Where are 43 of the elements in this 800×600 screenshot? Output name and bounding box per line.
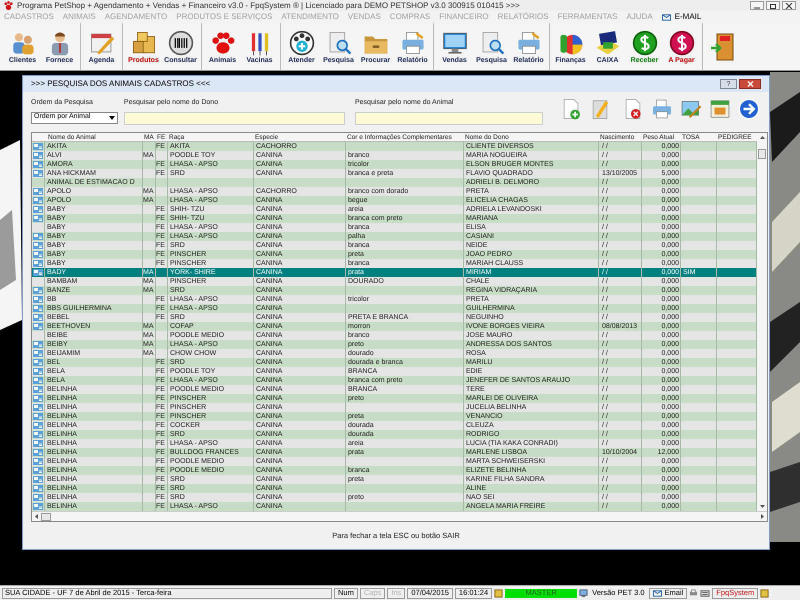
boxes-icon	[130, 30, 156, 56]
exit-door-icon	[709, 32, 735, 62]
close-icon	[746, 81, 754, 87]
key-icon	[494, 588, 504, 598]
keyboard-icon	[700, 588, 710, 598]
dollar-icon	[632, 30, 658, 56]
dropdown-arrow-icon	[108, 116, 115, 120]
vertical-scrollbar[interactable]	[757, 133, 767, 511]
menu-item[interactable]: E-MAIL	[662, 12, 702, 22]
printer-icon	[516, 30, 542, 56]
barcode-icon	[168, 30, 194, 56]
picture-icon	[680, 98, 702, 120]
animal-search-field[interactable]	[355, 112, 543, 124]
printer-icon	[651, 98, 673, 120]
close-button[interactable]	[782, 1, 796, 10]
scroll-thumb[interactable]	[758, 149, 766, 159]
scroll-right-icon	[761, 514, 764, 519]
horizontal-scrollbar[interactable]	[32, 511, 767, 521]
close-button[interactable]	[739, 79, 761, 89]
printer-icon	[689, 588, 698, 598]
scroll-down-icon	[760, 505, 764, 508]
owner-search-field[interactable]	[124, 112, 345, 124]
dialog-title: >>> PESQUISA DOS ANIMAIS CADASTROS <<<	[31, 78, 210, 90]
scroll-left-icon	[35, 514, 38, 519]
key-icon	[760, 588, 770, 598]
scroll-thumb[interactable]	[41, 512, 51, 520]
paw-plus-icon	[288, 30, 314, 56]
window-title: Programa PetShop + Agendamento + Vendas + Financeiro v3.0 - FpqSystem ® | Licenciado para DEMO PETSHOP v3.0 300915 010415 >>>	[17, 2, 520, 10]
dollar-icon	[668, 30, 694, 56]
envelope-icon	[652, 588, 662, 598]
printer-icon	[400, 30, 426, 56]
computer-icon	[579, 588, 588, 598]
arrow-right-icon	[738, 98, 760, 120]
minimize-button[interactable]	[750, 1, 764, 10]
calendar-icon	[709, 98, 731, 120]
next-button[interactable]	[737, 97, 761, 121]
scroll-up-icon	[760, 136, 764, 139]
restore-button[interactable]	[766, 1, 780, 10]
paw-icon	[210, 30, 236, 56]
paw-icon	[4, 1, 13, 10]
restore-icon	[769, 2, 777, 8]
print-button[interactable]	[650, 97, 674, 121]
close-icon	[785, 2, 793, 8]
